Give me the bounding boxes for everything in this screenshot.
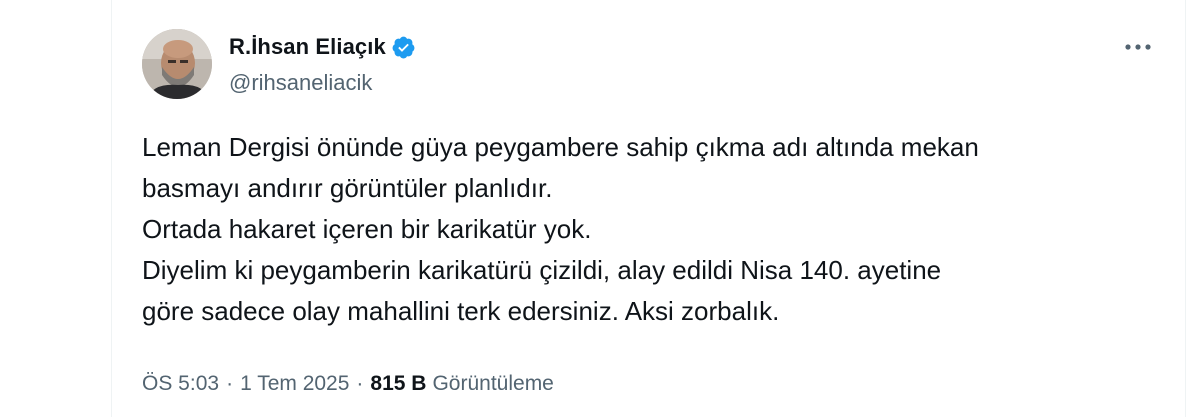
verified-badge-icon[interactable]	[391, 35, 416, 60]
tweet-text-line: Diyelim ki peygamberin karikatürü çizild…	[142, 255, 942, 285]
meta-separator: ·	[226, 372, 234, 395]
tweet-text: Leman Dergisi önünde güya peygambere sah…	[142, 127, 1152, 332]
avatar[interactable]	[142, 29, 212, 99]
tweet-text-line: Ortada hakaret içeren bir karikatür yok.	[142, 214, 592, 244]
tweet-meta: ÖS 5:03 · 1 Tem 2025 · 815 B Görüntüleme	[142, 372, 554, 396]
tweet-card: R.İhsan Eliaçık @rihsaneliacik Leman Der…	[111, 0, 1186, 417]
tweet-text-line: basmayı andırır görüntüler planlıdır.	[142, 173, 553, 203]
tweet-date[interactable]: 1 Tem 2025	[240, 372, 349, 396]
tweet-time[interactable]: ÖS 5:03	[142, 372, 219, 396]
author-name-row[interactable]: R.İhsan Eliaçık	[229, 32, 416, 62]
avatar-image	[142, 29, 212, 99]
views-count[interactable]: 815 B	[370, 372, 426, 396]
more-options-button[interactable]	[1121, 34, 1155, 60]
tweet-text-line: göre sadece olay mahallini terk edersini…	[142, 296, 780, 326]
more-horizontal-icon	[1125, 44, 1151, 50]
meta-separator: ·	[356, 372, 364, 395]
views-label[interactable]: Görüntüleme	[432, 372, 553, 396]
author-display-name[interactable]: R.İhsan Eliaçık	[229, 34, 386, 60]
tweet-text-line: Leman Dergisi önünde güya peygambere sah…	[142, 132, 979, 162]
author-handle[interactable]: @rihsaneliacik	[229, 70, 372, 96]
